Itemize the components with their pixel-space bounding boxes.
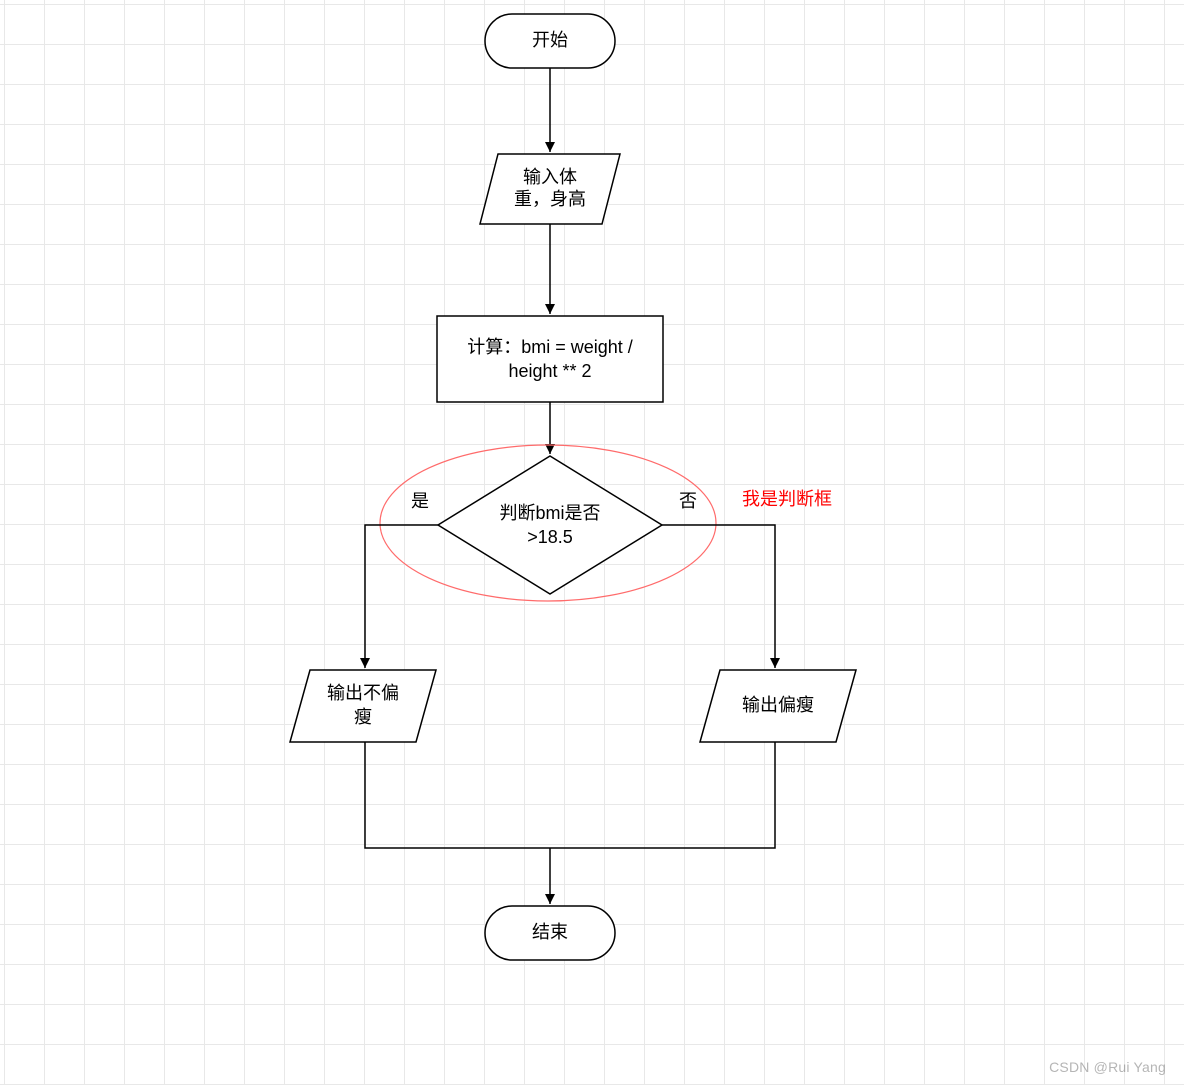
node-process-line1: 计算：bmi = weight /: [467, 337, 633, 357]
node-process-line2: height ** 2: [508, 361, 591, 381]
node-input: 输入体 重，身高: [480, 154, 620, 224]
edge-decision-yes: [365, 525, 438, 668]
node-output-not-thin-line2: 瘦: [354, 707, 372, 727]
node-output-thin-label: 输出偏瘦: [742, 695, 814, 715]
node-end-label: 结束: [532, 922, 568, 942]
node-output-not-thin: 输出不偏 瘦: [290, 670, 436, 742]
node-start-label: 开始: [532, 30, 568, 50]
node-input-line1: 输入体: [523, 167, 577, 187]
node-input-line2: 重，身高: [514, 189, 586, 209]
edge-decision-no: [662, 525, 775, 668]
node-decision: 判断bmi是否 >18.5: [438, 456, 662, 594]
node-process: 计算：bmi = weight / height ** 2: [437, 316, 663, 402]
edge-no-label: 否: [679, 491, 697, 511]
annotation-label: 我是判断框: [742, 489, 832, 509]
edge-right-merge: [550, 742, 775, 848]
edge-yes-label: 是: [411, 491, 429, 511]
node-end: 结束: [485, 906, 615, 960]
node-decision-line2: >18.5: [527, 527, 573, 547]
node-decision-line1: 判断bmi是否: [499, 503, 600, 523]
edge-left-merge: [365, 742, 550, 848]
node-start: 开始: [485, 14, 615, 68]
flowchart-canvas: 开始 输入体 重，身高 计算：bmi = weight / height ** …: [0, 0, 1184, 1085]
node-output-not-thin-line1: 输出不偏: [327, 683, 399, 703]
node-output-thin: 输出偏瘦: [700, 670, 856, 742]
watermark: CSDN @Rui Yang: [1049, 1059, 1166, 1075]
